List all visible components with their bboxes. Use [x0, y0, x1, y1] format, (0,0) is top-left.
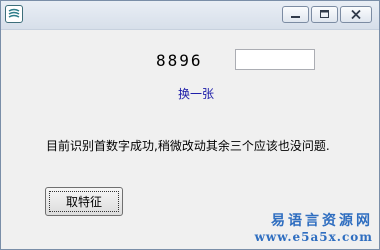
- captcha-image: 8896: [156, 51, 203, 70]
- watermark: 易语言资源网 www.e5a5x.com: [255, 212, 373, 245]
- close-button[interactable]: [340, 6, 372, 23]
- change-captcha-link[interactable]: 换一张: [178, 86, 214, 102]
- focus-ring: [49, 191, 119, 212]
- captcha-input[interactable]: [235, 49, 315, 70]
- minimize-icon: [291, 16, 300, 18]
- app-window: 8896 换一张 目前识别首数字成功,稍微改动其余三个应该也没问题. 取特征 易…: [0, 0, 380, 250]
- extract-features-button[interactable]: 取特征: [45, 187, 123, 216]
- minimize-button[interactable]: [282, 6, 309, 23]
- watermark-url: www.e5a5x.com: [254, 230, 373, 244]
- watermark-title: 易语言资源网: [271, 213, 373, 229]
- maximize-icon: [320, 10, 329, 18]
- title-bar[interactable]: [1, 1, 379, 30]
- app-icon[interactable]: [5, 5, 23, 23]
- close-icon: [351, 9, 361, 20]
- maximize-button[interactable]: [311, 6, 338, 23]
- status-message: 目前识别首数字成功,稍微改动其余三个应该也没问题.: [46, 139, 330, 153]
